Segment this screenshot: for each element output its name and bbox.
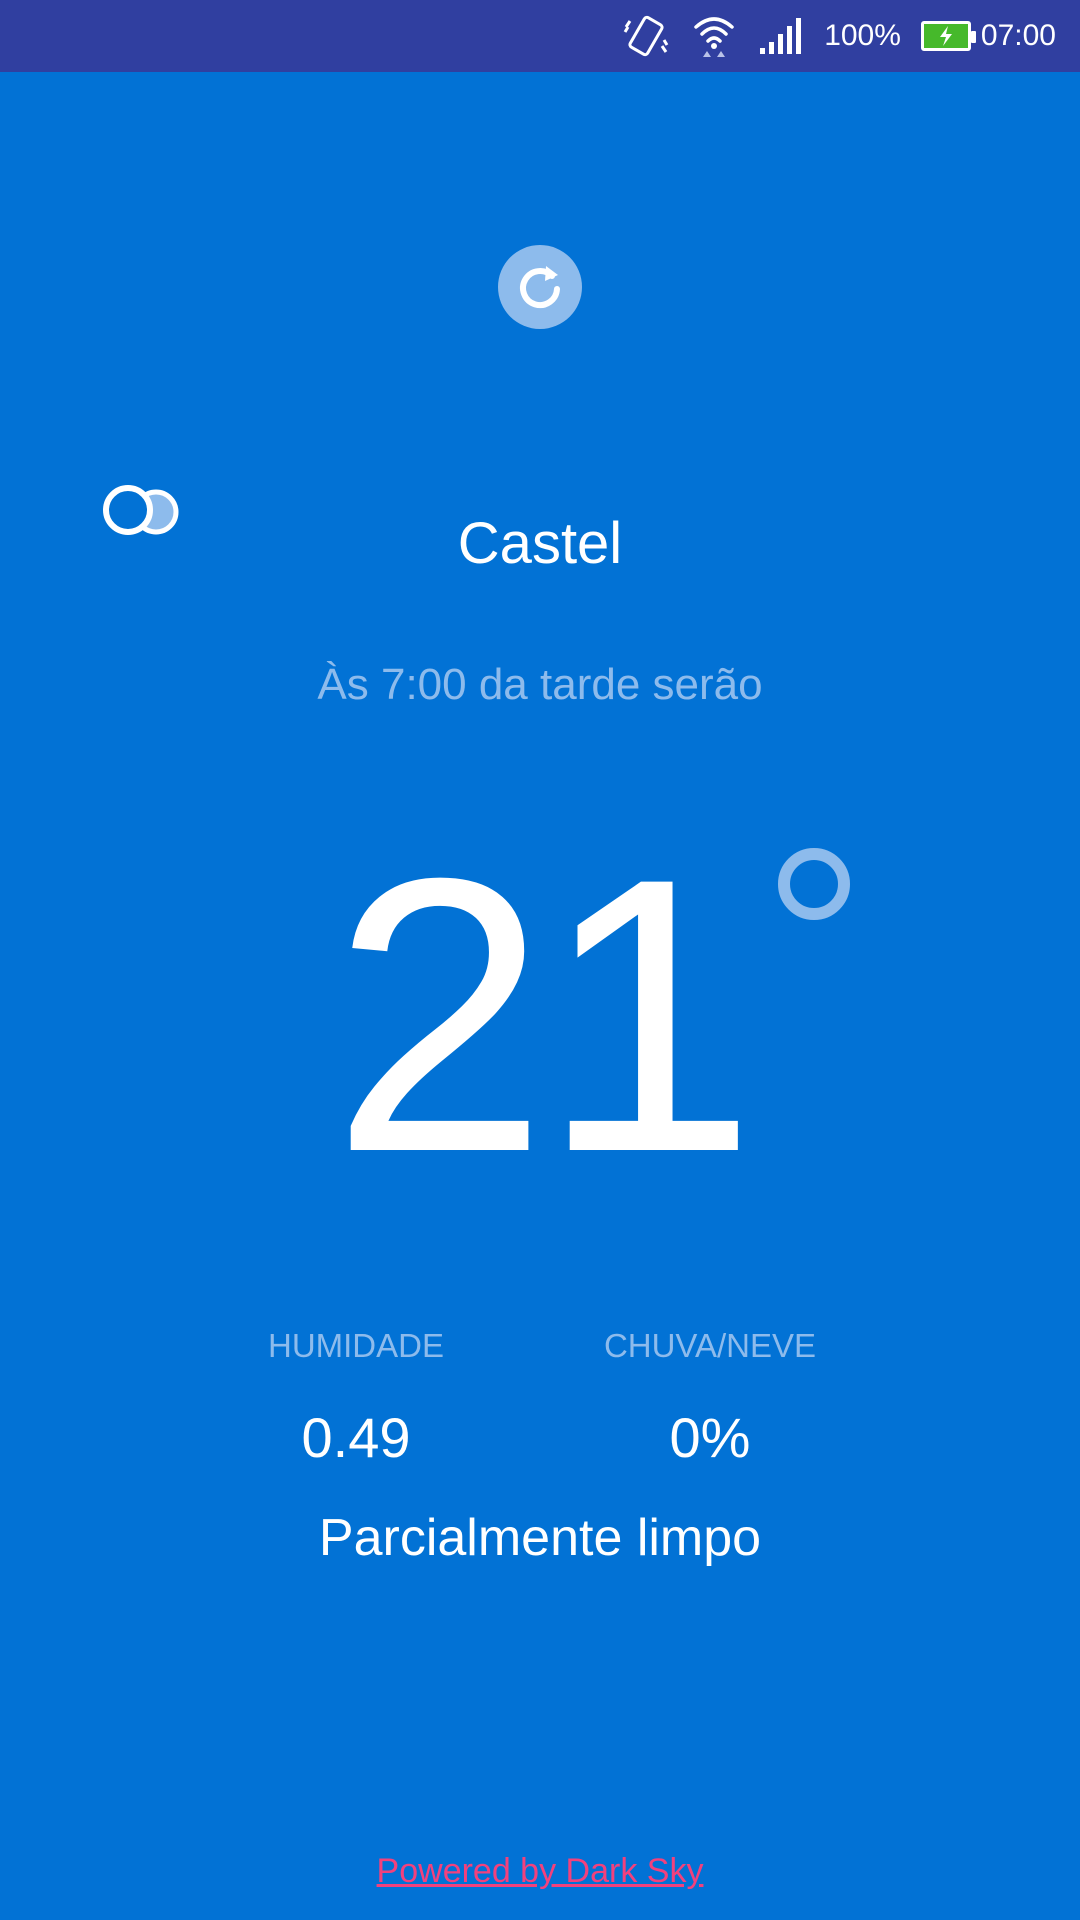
- forecast-subtitle: Às 7:00 da tarde serão: [317, 660, 763, 709]
- refresh-icon: [520, 266, 560, 308]
- signal-icon: [758, 16, 804, 56]
- vibrate-icon: [622, 13, 670, 59]
- weather-summary: Parcialmente limpo: [318, 1509, 762, 1567]
- powered-by-link[interactable]: Powered by Dark Sky: [0, 1852, 1080, 1891]
- status-bar: 100% 07:00: [0, 0, 1080, 72]
- wifi-icon: [690, 13, 738, 59]
- humidity-value: 0.49: [301, 1406, 411, 1469]
- battery-charging-icon: [920, 21, 976, 51]
- refresh-button[interactable]: [498, 245, 582, 329]
- precipitation-value: 0%: [669, 1406, 751, 1469]
- degree-icon: [778, 848, 850, 920]
- precipitation-label: CHUVA/NEVE: [603, 1327, 817, 1364]
- humidity-label: HUMIDADE: [267, 1327, 444, 1364]
- city-name: Castel: [457, 511, 623, 576]
- temperature-value: 21: [331, 797, 757, 1233]
- clock: 07:00: [980, 19, 1056, 52]
- battery-percent: 100%: [824, 19, 901, 52]
